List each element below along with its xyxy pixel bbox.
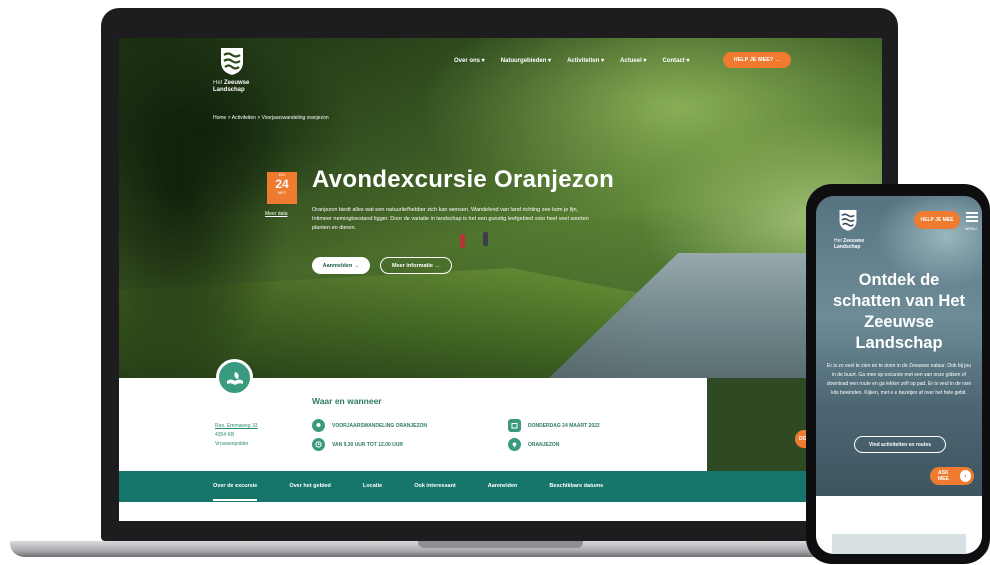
nav-item-activiteiten[interactable]: Activiteiten ▾ [567,57,604,64]
phone-ask-label: ASK MEE [938,470,949,482]
date-badge: DO 24 MRT [267,172,297,204]
marker-icon [312,419,325,432]
section-tabbar: Over de excursie Over het gebied Locatie… [119,471,882,502]
site-logo-text[interactable]: Het Zeeuwse Landschap [213,80,249,94]
tab-beschikbare-datums[interactable]: Beschikbare datums [549,483,603,489]
phone-hero-title: Ontdek de schatten van Het Zeeuwse Lands… [832,271,966,352]
other-dates-link[interactable]: Meer data [265,211,288,217]
tab-over-het-gebied[interactable]: Over het gebied [289,483,331,489]
content-area [119,502,882,521]
breadcrumb[interactable]: Home > Activiteiten > Voorjaarswandeling… [213,115,329,121]
phone-logo-line2: Landschap [834,244,861,250]
meta-type-label: VOORJAARSWANDELING ORANJEZON [332,422,428,429]
arrow-right-icon: › [959,470,971,482]
location-pin-icon [508,438,521,451]
logo-name-line2: Landschap [213,87,245,93]
meta-time: VAN 9.30 UUR TOT 12.00 UUR [312,438,403,451]
meta-time-label: VAN 9.30 UUR TOT 12.00 UUR [332,441,403,448]
address-street: Roo. Emmaweg 33 [215,423,258,429]
hands-leaf-icon [216,359,253,396]
phone-content-card [832,534,966,554]
calendar-icon [508,419,521,432]
phone-ask-button[interactable]: ASK MEE › [930,467,974,485]
phone-logo-text[interactable]: Het Zeeuwse Landschap [834,238,864,250]
nav-item-over-ons[interactable]: Over ons ▾ [454,57,485,64]
phone-screen: Het Zeeuwse Landschap HELP JE MEE MENU O… [816,196,982,554]
meta-date-label: DONDERDAG 24 MAART 2022 [528,422,600,429]
date-month: MRT [277,190,287,195]
address-block[interactable]: Roo. Emmaweg 33 4354 KB Vrouwenpolder [215,422,258,449]
find-activities-button[interactable]: Vind activiteiten en routes [854,436,946,453]
tab-ook-interessant[interactable]: Ook interessant [414,483,456,489]
hamburger-menu-icon[interactable] [966,212,978,224]
address-postcode: 4354 KB [215,432,235,438]
walker-figure [460,234,465,248]
nav-item-contact[interactable]: Contact ▾ [662,57,689,64]
walker-figure [483,232,488,246]
tab-over-de-excursie[interactable]: Over de excursie [213,483,257,489]
meta-date: DONDERDAG 24 MAART 2022 [508,419,600,432]
tab-aanmelden[interactable]: Aanmelden [488,483,518,489]
clock-icon [312,438,325,451]
phone-logo-icon[interactable] [838,208,858,232]
more-info-button[interactable]: Meer informatie → [380,257,452,274]
main-nav: Over ons ▾ Natuurgebieden ▾ Activiteiten… [454,57,689,64]
menu-label: MENU [965,226,977,231]
page-title: Avondexcursie Oranjezon [312,166,615,193]
meta-location: ORANJEZON [508,438,559,451]
laptop-screen: Het Zeeuwse Landschap Over ons ▾ Natuurg… [119,38,882,521]
register-button[interactable]: Aanmelden → [312,257,370,274]
nav-item-natuurgebieden[interactable]: Natuurgebieden ▾ [501,57,551,64]
phone-hero-description: Er is zo veel te zien en te doen in de Z… [826,363,972,396]
logo-name-line1: Zeeuwse [224,80,250,86]
active-tab-indicator [213,499,257,501]
meta-location-label: ORANJEZON [528,441,560,448]
event-description: Oranjezon biedt alles wat een natuurlief… [312,207,589,231]
site-logo-icon[interactable] [219,46,245,76]
logo-small-label: Het [213,80,223,86]
laptop-notch [418,541,583,548]
address-city: Vrouwenpolder [215,441,249,447]
phone-help-button[interactable]: HELP JE MEE [914,211,960,229]
nav-item-actueel[interactable]: Actueel ▾ [620,57,646,64]
tab-locatie[interactable]: Locatie [363,483,382,489]
meta-type: VOORJAARSWANDELING ORANJEZON [312,419,427,432]
help-button[interactable]: HELP JE MEE? → [723,52,791,68]
where-when-heading: Waar en wanneer [312,396,382,406]
